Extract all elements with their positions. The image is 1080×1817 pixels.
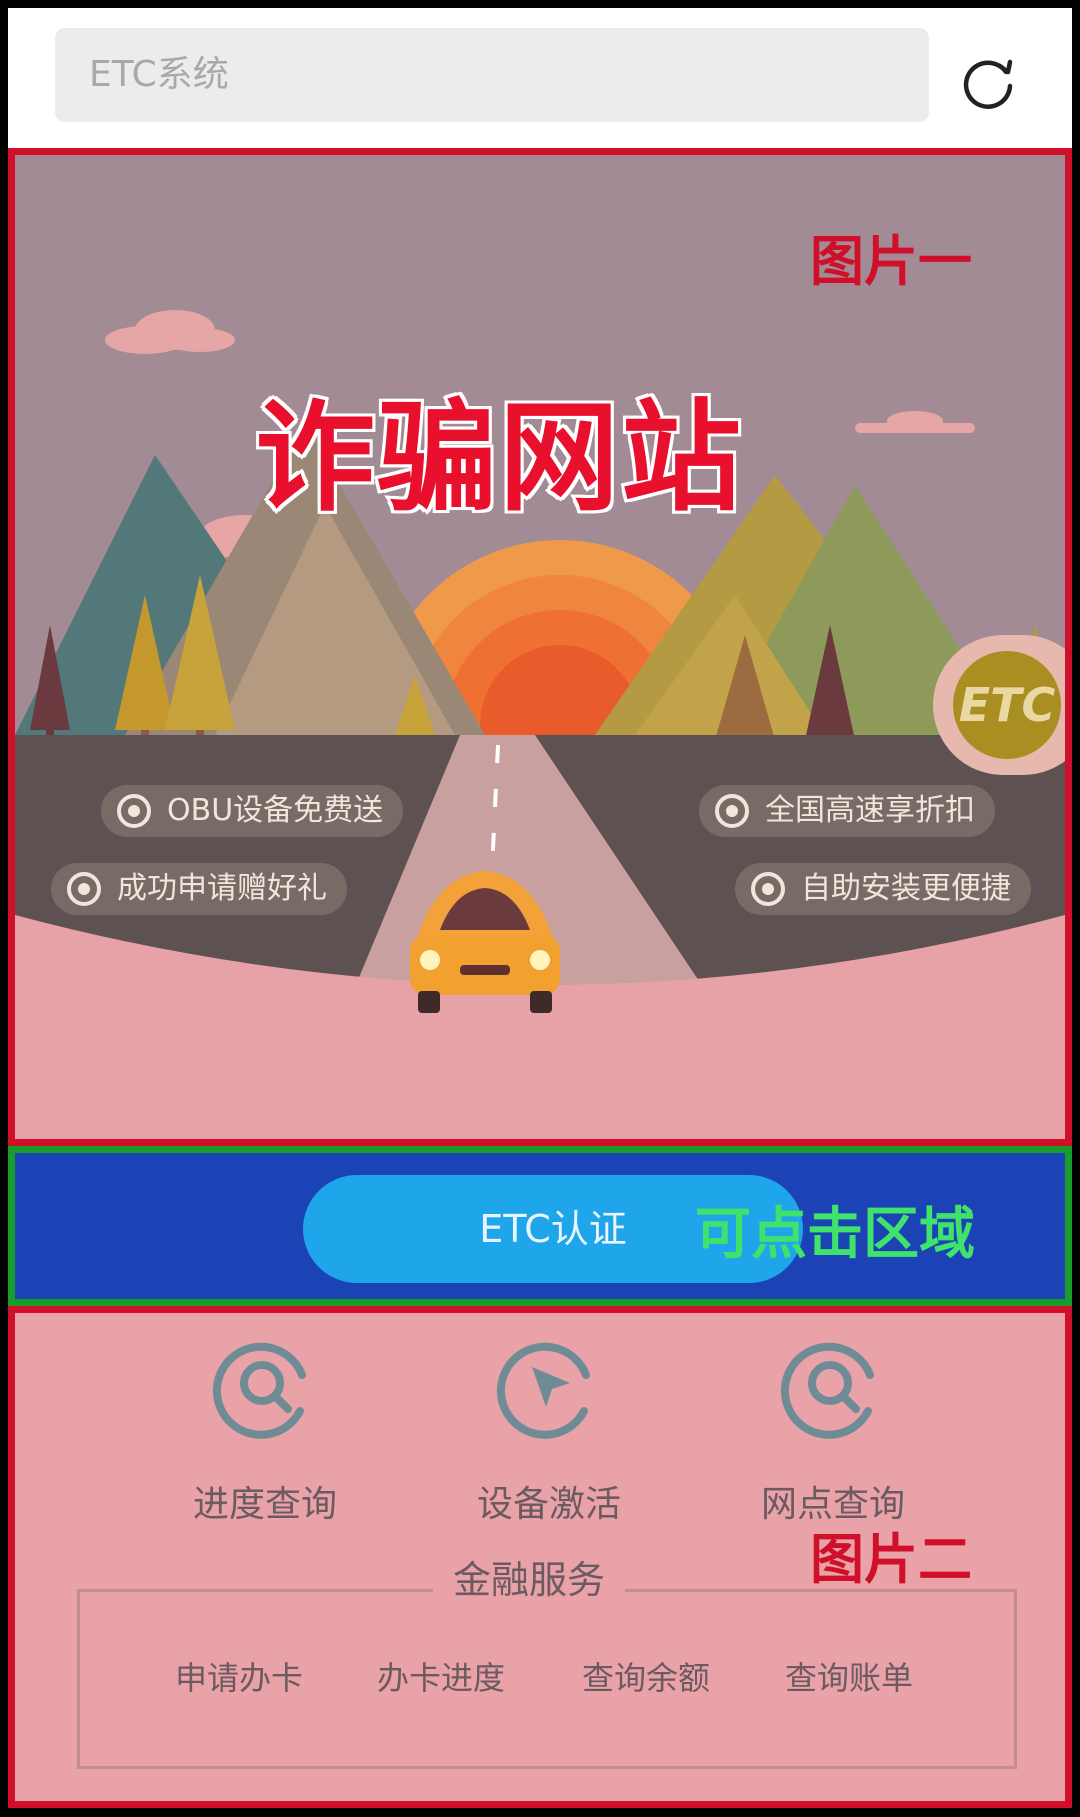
feature-label: 自助安装更便捷 — [801, 871, 1011, 906]
service-label: 设备激活 — [476, 1484, 621, 1525]
radio-dot-icon — [117, 794, 151, 828]
feature-pill: 自助安装更便捷 — [735, 863, 1031, 915]
search-input[interactable]: ETC系统 — [55, 28, 929, 122]
radio-dot-icon — [715, 794, 749, 828]
etc-coin-badge: ETC — [953, 651, 1061, 759]
refresh-icon[interactable] — [960, 54, 1016, 110]
fraud-warning-title: 诈骗网站 — [252, 386, 744, 531]
finance-services-title: 金融服务 — [433, 1549, 626, 1604]
service-image-panel: 进度查询 设备激活 网点查询 图片二 金融服务 申请办卡 办卡进度 查询余额 查… — [8, 1306, 1072, 1808]
feature-label: OBU设备免费送 — [167, 793, 384, 828]
top-bar: ETC系统 — [8, 8, 1072, 148]
landscape-illustration — [15, 155, 1065, 1139]
finance-query-balance[interactable]: 查询余额 — [582, 1653, 710, 1699]
panel-one-label: 图片一 — [810, 230, 972, 293]
finance-card-progress[interactable]: 办卡进度 — [377, 1653, 505, 1699]
finance-apply-card[interactable]: 申请办卡 — [175, 1653, 303, 1699]
screenshot-frame: ETC系统 图片一 诈骗网站 ETC OBU设备免费送 全国高速享折扣 成功申请… — [8, 8, 1072, 1808]
feature-label: 成功申请赠好礼 — [117, 871, 327, 906]
panel-two-label: 图片二 — [810, 1528, 972, 1591]
search-circle-icon — [780, 1342, 874, 1439]
service-label: 进度查询 — [192, 1484, 337, 1525]
service-outlet-query[interactable]: 网点查询 — [723, 1331, 943, 1527]
fraud-site-image-panel: 图片一 诈骗网站 ETC OBU设备免费送 全国高速享折扣 成功申请赠好礼 自助… — [8, 148, 1072, 1146]
service-device-activate[interactable]: 设备激活 — [439, 1331, 659, 1527]
search-circle-icon — [212, 1342, 306, 1439]
feature-label: 全国高速享折扣 — [765, 793, 975, 828]
feature-pill: 成功申请赠好礼 — [51, 863, 347, 915]
clickable-area-label: 可点击区域 — [695, 1202, 975, 1267]
cursor-circle-icon — [496, 1342, 590, 1439]
feature-pill: 全国高速享折扣 — [699, 785, 995, 837]
clickable-area-panel: ETC认证 可点击区域 — [8, 1146, 1072, 1306]
feature-pill: OBU设备免费送 — [101, 785, 404, 837]
service-progress-query[interactable]: 进度查询 — [155, 1331, 375, 1527]
finance-query-bill[interactable]: 查询账单 — [785, 1653, 913, 1699]
radio-dot-icon — [67, 872, 101, 906]
radio-dot-icon — [751, 872, 785, 906]
